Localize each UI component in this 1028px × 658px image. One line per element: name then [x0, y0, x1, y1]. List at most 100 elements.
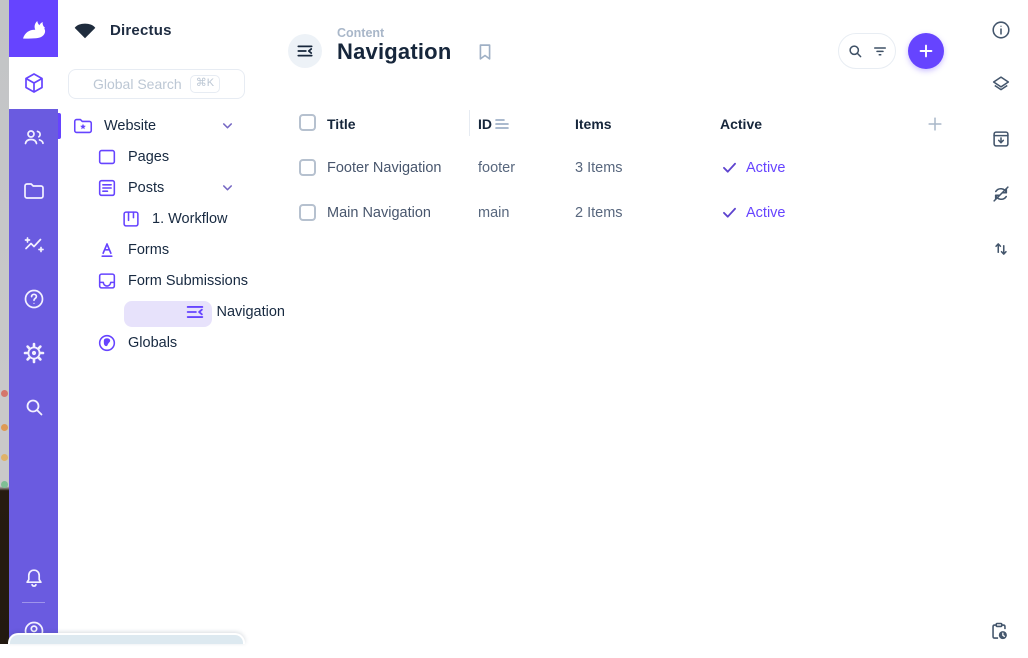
account-button[interactable] [9, 604, 58, 658]
add-column-icon[interactable] [925, 114, 945, 134]
active-group-accent [58, 113, 61, 139]
sort-ascending-icon[interactable] [495, 118, 509, 130]
box-icon [22, 71, 46, 95]
module-search[interactable] [9, 380, 58, 434]
cell-id: footer [478, 160, 515, 176]
search-icon[interactable] [846, 42, 864, 60]
rabbit-logo-icon [19, 14, 49, 44]
tree-item-label: Forms [128, 242, 169, 258]
table-row[interactable]: Footer Navigation footer 3 Items Active [285, 151, 960, 185]
module-insights[interactable] [9, 218, 58, 272]
bookmark-icon[interactable] [474, 41, 496, 63]
cell-active: Active [720, 203, 786, 222]
column-header-title[interactable]: Title [327, 116, 356, 132]
people-icon [22, 125, 46, 149]
module-settings[interactable] [9, 326, 58, 380]
tree-item-workflow[interactable]: 1. Workflow [58, 203, 285, 234]
tree-item-globals[interactable]: Globals [58, 327, 285, 358]
breadcrumb[interactable]: Content [337, 26, 384, 40]
global-search-placeholder: Global Search [93, 76, 182, 92]
segment-icon [184, 301, 206, 323]
notifications-button[interactable] [9, 551, 58, 605]
background-dot [1, 424, 8, 431]
module-users[interactable] [9, 110, 58, 164]
folder-star-icon [72, 115, 94, 137]
cell-items: 3 Items [575, 160, 623, 176]
directus-logo-button[interactable] [9, 0, 58, 58]
filter-icon[interactable] [871, 42, 889, 60]
tree-item-pages[interactable]: Pages [58, 141, 285, 172]
global-search-input[interactable]: Global Search ⌘K [68, 69, 245, 99]
layers-icon[interactable] [990, 73, 1012, 95]
module-files[interactable] [9, 164, 58, 218]
folder-icon [22, 179, 46, 203]
table-row[interactable]: Main Navigation main 2 Items Active [285, 196, 960, 230]
settings-icon [22, 341, 46, 365]
project-header[interactable]: Directus [71, 14, 172, 46]
collection-icon-button[interactable] [288, 34, 322, 68]
swap-vertical-icon[interactable] [990, 238, 1012, 260]
background-popup-edge [8, 633, 245, 644]
module-content[interactable] [9, 57, 58, 109]
tree-item-label: Website [104, 118, 156, 134]
inbox-icon [96, 270, 118, 292]
active-status-label: Active [746, 160, 786, 176]
background-dot [1, 390, 8, 397]
search-shortcut-badge: ⌘K [190, 75, 220, 93]
background-dot [1, 481, 8, 488]
column-header-id[interactable]: ID [478, 116, 492, 132]
add-item-button[interactable] [908, 33, 944, 69]
tree-item-label: Posts [128, 180, 164, 196]
plus-icon [916, 41, 936, 61]
row-checkbox[interactable] [299, 159, 316, 176]
chevron-down-icon[interactable] [220, 180, 235, 195]
page-title: Navigation [337, 39, 451, 65]
chevron-down-icon[interactable] [220, 118, 235, 133]
cell-active: Active [720, 158, 786, 177]
tree-item-forms[interactable]: Forms [58, 234, 285, 265]
tree-item-label: Navigation [216, 304, 285, 320]
tree-item-label: Globals [128, 335, 177, 351]
tree-item-navigation[interactable]: Navigation [58, 296, 285, 327]
check-icon [720, 158, 739, 177]
project-logo-icon [71, 17, 99, 43]
row-checkbox[interactable] [299, 204, 316, 221]
search-icon [22, 395, 46, 419]
search-filter-pill [838, 33, 896, 69]
tree-item-label: Pages [128, 149, 169, 165]
info-icon[interactable] [990, 19, 1012, 41]
select-all-checkbox[interactable] [299, 114, 316, 131]
table-header: Title ID Items Active [285, 108, 960, 138]
check-icon [720, 203, 739, 222]
help-icon [22, 287, 46, 311]
collections-tree: Website Pages Posts [58, 110, 285, 358]
column-divider [469, 110, 470, 136]
segment-icon [295, 41, 315, 61]
tree-item-posts[interactable]: Posts [58, 172, 285, 203]
article-icon [96, 177, 118, 199]
cell-title: Main Navigation [327, 205, 431, 221]
archive-icon[interactable] [990, 128, 1012, 150]
main-content: Content Navigation Title [285, 0, 975, 644]
column-header-active[interactable]: Active [720, 116, 762, 132]
title-icon [96, 239, 118, 261]
module-help[interactable] [9, 272, 58, 326]
tree-item-label: 1. Workflow [152, 211, 227, 227]
project-name: Directus [110, 22, 172, 39]
tree-item-form-submissions[interactable]: Form Submissions [58, 265, 285, 296]
kanban-icon [120, 208, 142, 230]
column-header-items[interactable]: Items [575, 116, 612, 132]
cell-title: Footer Navigation [327, 160, 441, 176]
sync-disabled-icon[interactable] [990, 183, 1012, 205]
pages-icon [96, 146, 118, 168]
background-dot [1, 454, 8, 461]
module-bar [9, 0, 58, 644]
background-window-strip [0, 0, 9, 644]
tree-item-website[interactable]: Website [58, 110, 285, 141]
pending-actions-icon[interactable] [988, 620, 1010, 642]
cell-items: 2 Items [575, 205, 623, 221]
module-bar-divider [22, 602, 45, 603]
tree-item-label: Form Submissions [128, 273, 248, 289]
active-status-label: Active [746, 205, 786, 221]
cell-id: main [478, 205, 509, 221]
